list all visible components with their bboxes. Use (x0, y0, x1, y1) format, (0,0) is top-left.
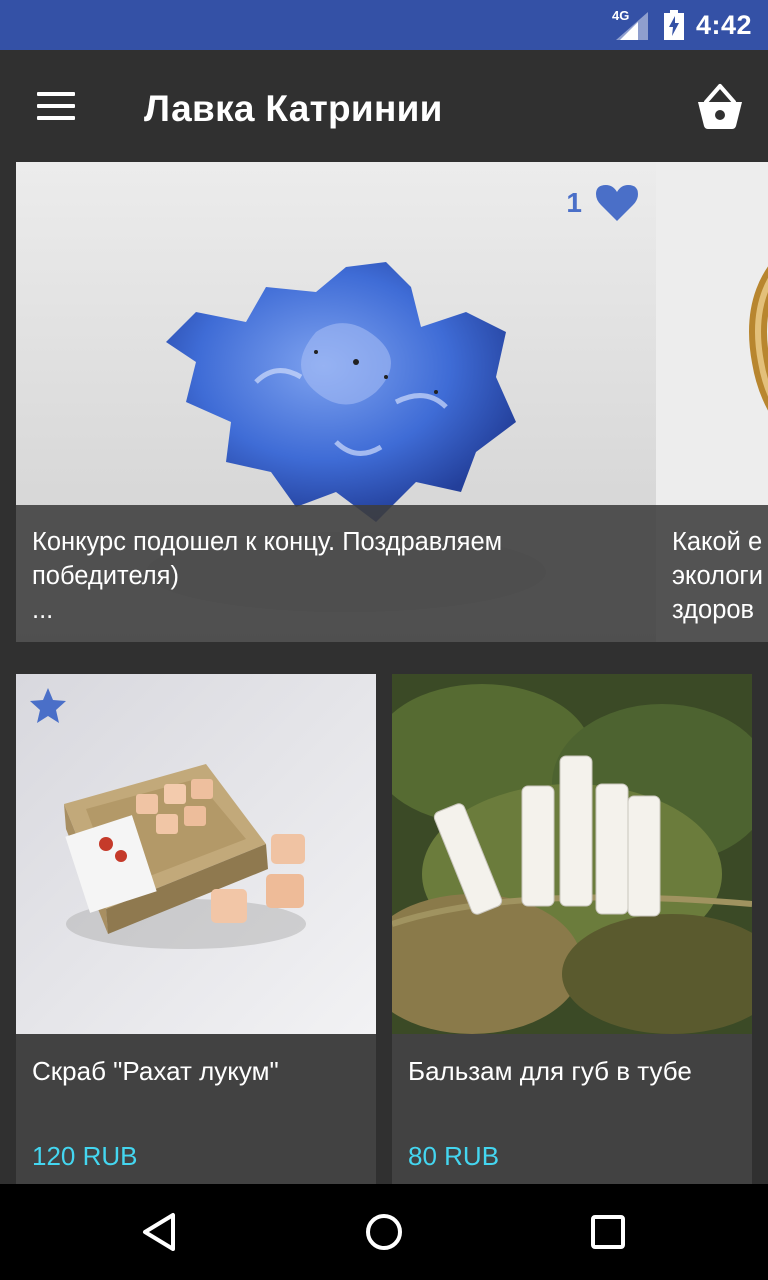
news-slide[interactable]: Какой е экологи здоров (656, 162, 768, 642)
caption-line: Какой е (672, 528, 763, 556)
caption-line: экологи (672, 562, 763, 590)
back-button[interactable] (120, 1204, 200, 1260)
recents-button[interactable] (568, 1204, 648, 1260)
clock: 4:42 (696, 10, 753, 40)
app-title: Лавка Катринии (144, 88, 443, 129)
home-button[interactable] (344, 1204, 424, 1260)
like-counter[interactable]: 1 (566, 184, 638, 222)
lip-balm-product-image (392, 674, 752, 1034)
menu-icon (37, 92, 75, 120)
product-title: Бальзам для губ в тубе (408, 1056, 692, 1086)
scrub-product-image (16, 674, 376, 1034)
basket-icon[interactable] (692, 80, 748, 132)
caption-line: победителя) (32, 562, 179, 590)
slide-caption: Какой е экологи здоров (656, 505, 768, 642)
news-carousel[interactable]: 1 Конкурс подошел к концу. Поздравляем п… (16, 162, 768, 642)
caption-line: ... (32, 596, 54, 624)
caption-line: здоров (672, 596, 755, 624)
app-bar: Лавка Катринии (0, 50, 768, 162)
home-icon (366, 1214, 402, 1250)
product-card[interactable]: Скраб "Рахат лукум" 120 RUB (16, 674, 376, 1194)
caption-line: Конкурс подошел к концу. Поздравляем (32, 528, 503, 556)
battery-icon (664, 10, 684, 40)
status-bar: 4G 4:42 (0, 0, 768, 50)
product-price: 80 RUB (408, 1141, 500, 1171)
navigation-bar (0, 1184, 768, 1280)
back-icon (143, 1213, 175, 1251)
product-title: Скраб "Рахат лукум" (32, 1056, 279, 1086)
screen: 4G 4:42 Лавка Катринии 1 Конкурс подошел… (0, 0, 768, 1280)
product-price: 120 RUB (32, 1141, 138, 1171)
signal-icon (616, 12, 648, 40)
favorite-star-icon[interactable] (28, 686, 68, 726)
slide-caption: Конкурс подошел к концу. Поздравляем поб… (16, 505, 656, 642)
news-slide[interactable]: 1 Конкурс подошел к концу. Поздравляем п… (16, 162, 656, 642)
recents-icon (591, 1215, 625, 1249)
product-card[interactable]: Бальзам для губ в тубе 80 RUB (392, 674, 752, 1194)
likes-count: 1 (566, 187, 582, 218)
heart-icon (596, 185, 638, 221)
menu-button[interactable] (24, 78, 88, 134)
